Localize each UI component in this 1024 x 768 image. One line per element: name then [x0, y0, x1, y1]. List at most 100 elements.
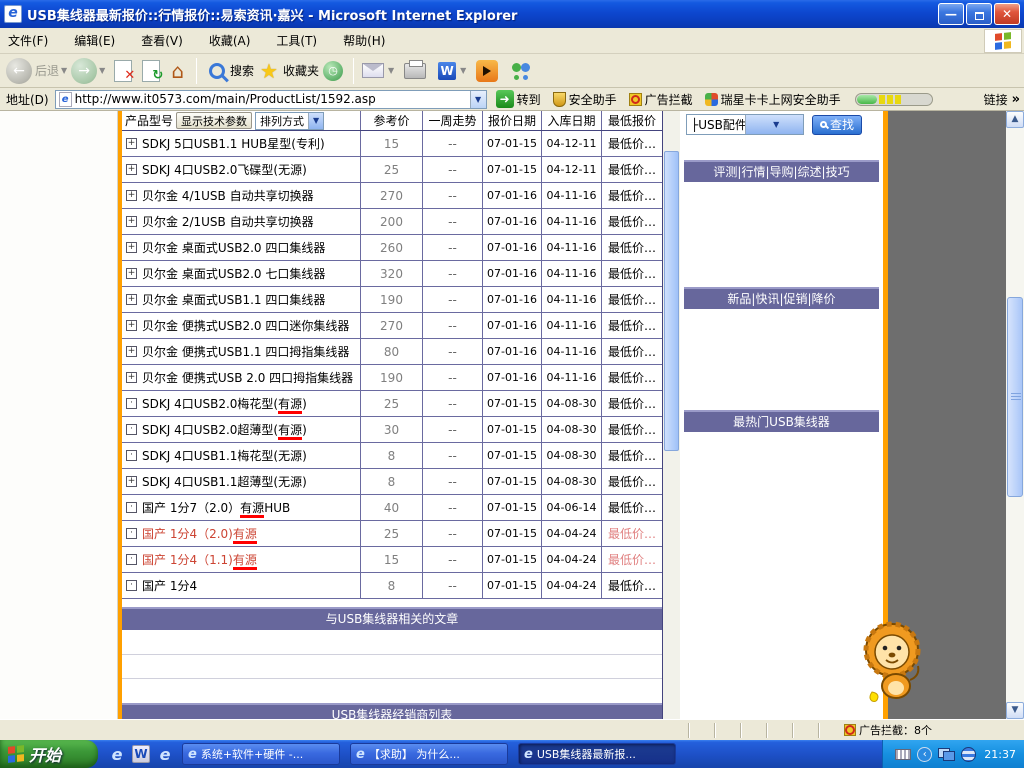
- kaka-lion-mascot[interactable]: [850, 616, 928, 706]
- product-name-link[interactable]: 贝尔金 便携式USB1.1 四口拇指集线器: [142, 343, 349, 360]
- lowest-price-link[interactable]: 最低价…: [602, 417, 662, 442]
- expand-icon[interactable]: +: [126, 242, 137, 253]
- mail-button[interactable]: [362, 63, 384, 78]
- scrollbar-thumb[interactable]: [1007, 297, 1023, 497]
- expand-icon[interactable]: +: [126, 190, 137, 201]
- print-button[interactable]: [404, 59, 427, 79]
- chevron-down-icon[interactable]: ▼: [744, 115, 803, 134]
- lowest-price-link[interactable]: 最低价…: [602, 183, 662, 208]
- lowest-price-link[interactable]: 最低价…: [602, 287, 662, 312]
- product-name-link[interactable]: 国产 1分4（1.1)有源: [142, 551, 257, 570]
- collapse-tray-icon[interactable]: ‹: [917, 746, 933, 762]
- product-name-link[interactable]: 贝尔金 4/1USB 自动共享切换器: [142, 187, 314, 204]
- links-chevron-icon[interactable]: »: [1012, 92, 1020, 107]
- app-tray-icon[interactable]: [961, 746, 977, 762]
- lowest-price-link[interactable]: 最低价…: [602, 157, 662, 182]
- task-button-2[interactable]: e 【求助】 为什么...: [350, 743, 508, 765]
- back-dropdown-icon[interactable]: ▼: [61, 66, 67, 75]
- menu-help[interactable]: 帮助(H): [343, 32, 385, 49]
- expand-icon[interactable]: ·: [126, 450, 137, 461]
- favorites-icon[interactable]: ★: [260, 59, 278, 83]
- refresh-button[interactable]: ↻: [142, 59, 163, 83]
- menu-file[interactable]: 文件(F): [8, 32, 48, 49]
- lowest-price-link[interactable]: 最低价…: [602, 573, 662, 598]
- expand-icon[interactable]: +: [126, 216, 137, 227]
- scroll-down-icon[interactable]: ▼: [1006, 702, 1024, 719]
- product-name-link[interactable]: 国产 1分7（2.0）有源HUB: [142, 499, 290, 518]
- start-button[interactable]: 开始: [0, 740, 98, 768]
- lowest-price-link[interactable]: 最低价…: [602, 313, 662, 338]
- quick-launch-browser-icon[interactable]: e: [156, 745, 174, 764]
- go-button[interactable]: ➜ 转到: [493, 90, 541, 108]
- sort-dropdown[interactable]: 排列方式 ▼: [255, 111, 325, 130]
- frame-scrollbar[interactable]: [663, 111, 680, 719]
- expand-icon[interactable]: +: [126, 268, 137, 279]
- lowest-price-link[interactable]: 最低价…: [602, 469, 662, 494]
- product-name-link[interactable]: 国产 1分4（2.0)有源: [142, 525, 257, 544]
- product-name-link[interactable]: 贝尔金 桌面式USB1.1 四口集线器: [142, 291, 325, 308]
- url-input[interactable]: [74, 91, 470, 107]
- product-name-link[interactable]: 国产 1分4: [142, 577, 197, 594]
- product-name-link[interactable]: SDKJ 5口USB1.1 HUB星型(专利): [142, 135, 325, 152]
- product-name-link[interactable]: SDKJ 4口USB2.0梅花型(有源): [142, 395, 307, 414]
- product-name-link[interactable]: SDKJ 4口USB2.0超薄型(有源): [142, 421, 307, 440]
- lowest-price-link[interactable]: 最低价…: [602, 339, 662, 364]
- back-button[interactable]: ←: [6, 57, 32, 84]
- lowest-price-link[interactable]: 最低价…: [602, 261, 662, 286]
- expand-icon[interactable]: +: [126, 320, 137, 331]
- product-name-link[interactable]: SDKJ 4口USB1.1梅花型(无源): [142, 447, 307, 464]
- expand-icon[interactable]: +: [126, 372, 137, 383]
- frame-scrollbar-thumb[interactable]: [664, 151, 679, 451]
- messenger-button[interactable]: [510, 61, 532, 81]
- expand-icon[interactable]: ·: [126, 528, 137, 539]
- forward-button[interactable]: →: [71, 57, 98, 84]
- quick-launch-ie-icon[interactable]: e: [108, 745, 126, 764]
- search-label[interactable]: 搜索: [230, 62, 254, 79]
- chevron-down-icon[interactable]: ▼: [308, 112, 324, 129]
- lowest-price-link[interactable]: 最低价…: [602, 495, 662, 520]
- product-name-link[interactable]: 贝尔金 2/1USB 自动共享切换器: [142, 213, 314, 230]
- mail-dropdown-icon[interactable]: ▼: [388, 66, 394, 75]
- lowest-price-link[interactable]: 最低价…: [602, 391, 662, 416]
- scroll-up-icon[interactable]: ▲: [1006, 111, 1024, 128]
- quick-launch-word-icon[interactable]: W: [132, 745, 150, 763]
- show-params-button[interactable]: 显示技术参数: [176, 112, 253, 129]
- home-button[interactable]: ⌂: [171, 61, 184, 81]
- expand-icon[interactable]: ·: [126, 424, 137, 435]
- menu-edit[interactable]: 编辑(E): [74, 32, 115, 49]
- forward-dropdown-icon[interactable]: ▼: [99, 66, 105, 75]
- lowest-price-link[interactable]: 最低价…: [602, 521, 662, 546]
- expand-icon[interactable]: +: [126, 138, 137, 149]
- product-name-link[interactable]: 贝尔金 便携式USB2.0 四口迷你集线器: [142, 317, 349, 334]
- menu-favorites[interactable]: 收藏(A): [209, 32, 251, 49]
- expand-icon[interactable]: ·: [126, 502, 137, 513]
- lowest-price-link[interactable]: 最低价…: [602, 365, 662, 390]
- links-toolbar[interactable]: 链接 »: [984, 91, 1020, 108]
- word-dropdown-icon[interactable]: ▼: [460, 66, 466, 75]
- product-name-link[interactable]: SDKJ 4口USB2.0飞碟型(无源): [142, 161, 307, 178]
- kaka-assistant-button[interactable]: 瑞星卡卡上网安全助手: [704, 91, 841, 108]
- security-helper-button[interactable]: 安全助手: [552, 91, 617, 108]
- stop-button[interactable]: ✕: [114, 59, 135, 83]
- minimize-button[interactable]: —: [938, 3, 964, 25]
- vertical-scrollbar[interactable]: ▲ ▼: [1006, 111, 1024, 719]
- restore-button[interactable]: [966, 3, 992, 25]
- product-name-link[interactable]: 贝尔金 便携式USB 2.0 四口拇指集线器: [142, 369, 353, 386]
- task-button-1[interactable]: e 系统+软件+硬件 -...: [182, 743, 340, 765]
- expand-icon[interactable]: +: [126, 476, 137, 487]
- expand-icon[interactable]: +: [126, 294, 137, 305]
- expand-icon[interactable]: ·: [126, 398, 137, 409]
- network-tray-icon[interactable]: [938, 747, 956, 761]
- lowest-price-link[interactable]: 最低价…: [602, 209, 662, 234]
- expand-icon[interactable]: +: [126, 164, 137, 175]
- lowest-price-link[interactable]: 最低价…: [602, 235, 662, 260]
- close-button[interactable]: ✕: [994, 3, 1020, 25]
- url-dropdown-icon[interactable]: ▼: [469, 90, 486, 108]
- menu-view[interactable]: 查看(V): [141, 32, 183, 49]
- task-button-3-active[interactable]: e USB集线器最新报...: [518, 743, 676, 765]
- lowest-price-link[interactable]: 最低价…: [602, 443, 662, 468]
- keyboard-tray-icon[interactable]: [895, 748, 912, 760]
- product-name-link[interactable]: 贝尔金 桌面式USB2.0 四口集线器: [142, 239, 325, 256]
- lowest-price-link[interactable]: 最低价…: [602, 547, 662, 572]
- ad-block-button[interactable]: 广告拦截: [628, 91, 693, 108]
